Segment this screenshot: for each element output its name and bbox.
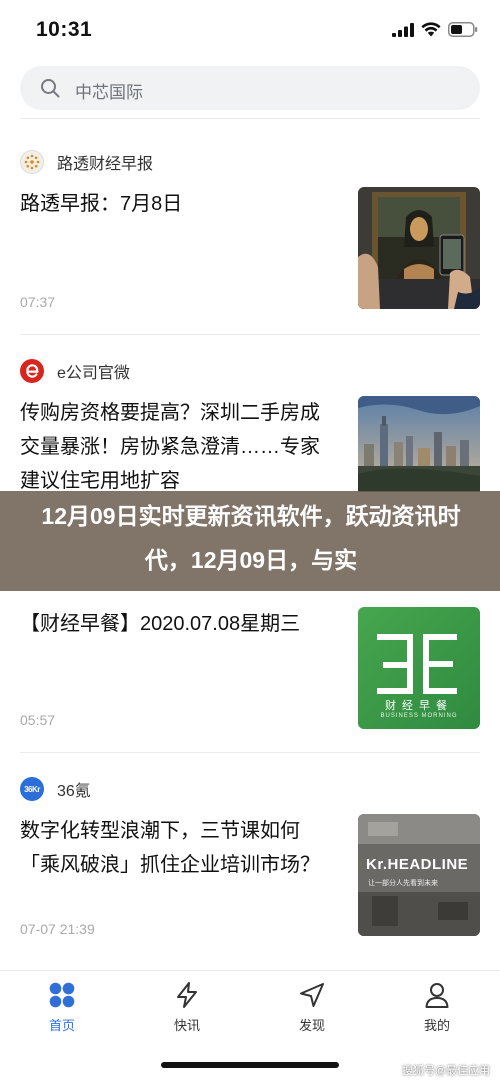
overlay-banner: 12月09日实时更新资讯软件，跃动资讯时代，12月09日，与实 (0, 491, 500, 591)
source-row: 36Kr 36氪 (20, 776, 91, 802)
search-bar[interactable]: 中芯国际 (20, 66, 480, 110)
source-name: e公司官微 (57, 365, 130, 382)
lightning-icon (177, 982, 197, 1008)
home-grid-icon (49, 982, 75, 1008)
headline[interactable]: 路透早报：7月8日 (20, 187, 338, 221)
tab-label: 快讯 (173, 1018, 200, 1033)
thumb-title: 财经早餐 (385, 700, 453, 712)
search-icon (41, 79, 60, 98)
divider (20, 752, 480, 753)
thumb-subtitle: 让一部分人先看到未来 (368, 880, 438, 887)
source-name: 路透财经早报 (57, 156, 154, 173)
news-card[interactable]: e公司官微 传购房资格要提高？深圳二手房成交量暴涨！房协紧急澄清……专家建议住宅… (0, 358, 500, 492)
signal-icon (392, 22, 414, 37)
profile-icon (425, 983, 449, 1008)
status-time: 10:31 (36, 18, 93, 41)
timestamp: 07-07 21:39 (20, 921, 95, 937)
status-icons (392, 22, 478, 37)
caijing-zaocan-thumbnail[interactable]: 财经早餐 BUSINESS MORNING (358, 607, 480, 729)
bottom-tab-bar: 首页 快讯 发现 我的 (0, 970, 500, 1050)
wifi-icon (421, 22, 441, 37)
36kr-logo-icon: 36Kr (20, 777, 44, 801)
status-bar: 10:31 (0, 0, 500, 62)
tab-flash-news[interactable]: 快讯 (142, 981, 232, 1041)
source-row: 路透财经早报 (20, 149, 153, 175)
tab-label: 首页 (48, 1018, 75, 1033)
news-card[interactable]: 路透财经早报 路透早报：7月8日 07:37 (0, 149, 500, 335)
home-indicator (161, 1062, 339, 1068)
e-company-logo-icon (20, 359, 44, 383)
36kr-logo-text: 36Kr (24, 784, 40, 794)
thumb-subtitle: BUSINESS MORNING (380, 713, 458, 719)
shenzhen-skyline-thumbnail[interactable] (358, 396, 480, 492)
timestamp: 07:37 (20, 294, 56, 310)
reuters-logo-icon (20, 150, 44, 174)
headline[interactable]: 数字化转型浪潮下，三节课如何「乘风破浪」抓住企业培训市场？ (20, 814, 338, 882)
divider (20, 334, 480, 335)
headline[interactable]: 传购房资格要提高？深圳二手房成交量暴涨！房协紧急澄清……专家建议住宅用地扩容 (20, 396, 338, 498)
tab-label: 我的 (423, 1018, 450, 1033)
timestamp: 05:57 (20, 712, 56, 728)
battery-icon (448, 22, 478, 37)
tab-label: 发现 (298, 1018, 325, 1033)
thumb-title: Kr.HEADLINE (366, 856, 469, 873)
tab-discover[interactable]: 发现 (267, 981, 357, 1041)
source-row: e公司官微 (20, 358, 130, 384)
source-name: 36氪 (57, 783, 91, 800)
search-input[interactable]: 中芯国际 (75, 78, 143, 103)
mona-lisa-thumbnail[interactable] (358, 187, 480, 309)
divider (20, 118, 480, 119)
tab-me[interactable]: 我的 (392, 981, 482, 1041)
watermark: 搜狐号@最佳应用 (401, 1065, 490, 1077)
news-card[interactable]: 【财经早餐】2020.07.08星期三 05:57 财经早餐 BUSINESS … (0, 591, 500, 743)
news-card[interactable]: 36Kr 36氪 数字化转型浪潮下，三节课如何「乘风破浪」抓住企业培训市场？ 0… (0, 776, 500, 966)
headline[interactable]: 【财经早餐】2020.07.08星期三 (20, 607, 338, 641)
kr-headline-thumbnail[interactable]: Kr.HEADLINE 让一部分人先看到未来 (358, 814, 480, 936)
banner-text: 12月09日实时更新资讯软件，跃动资讯时代，12月09日，与实 (41, 503, 461, 573)
tab-home[interactable]: 首页 (17, 981, 107, 1041)
navigation-arrow-icon (300, 983, 324, 1007)
